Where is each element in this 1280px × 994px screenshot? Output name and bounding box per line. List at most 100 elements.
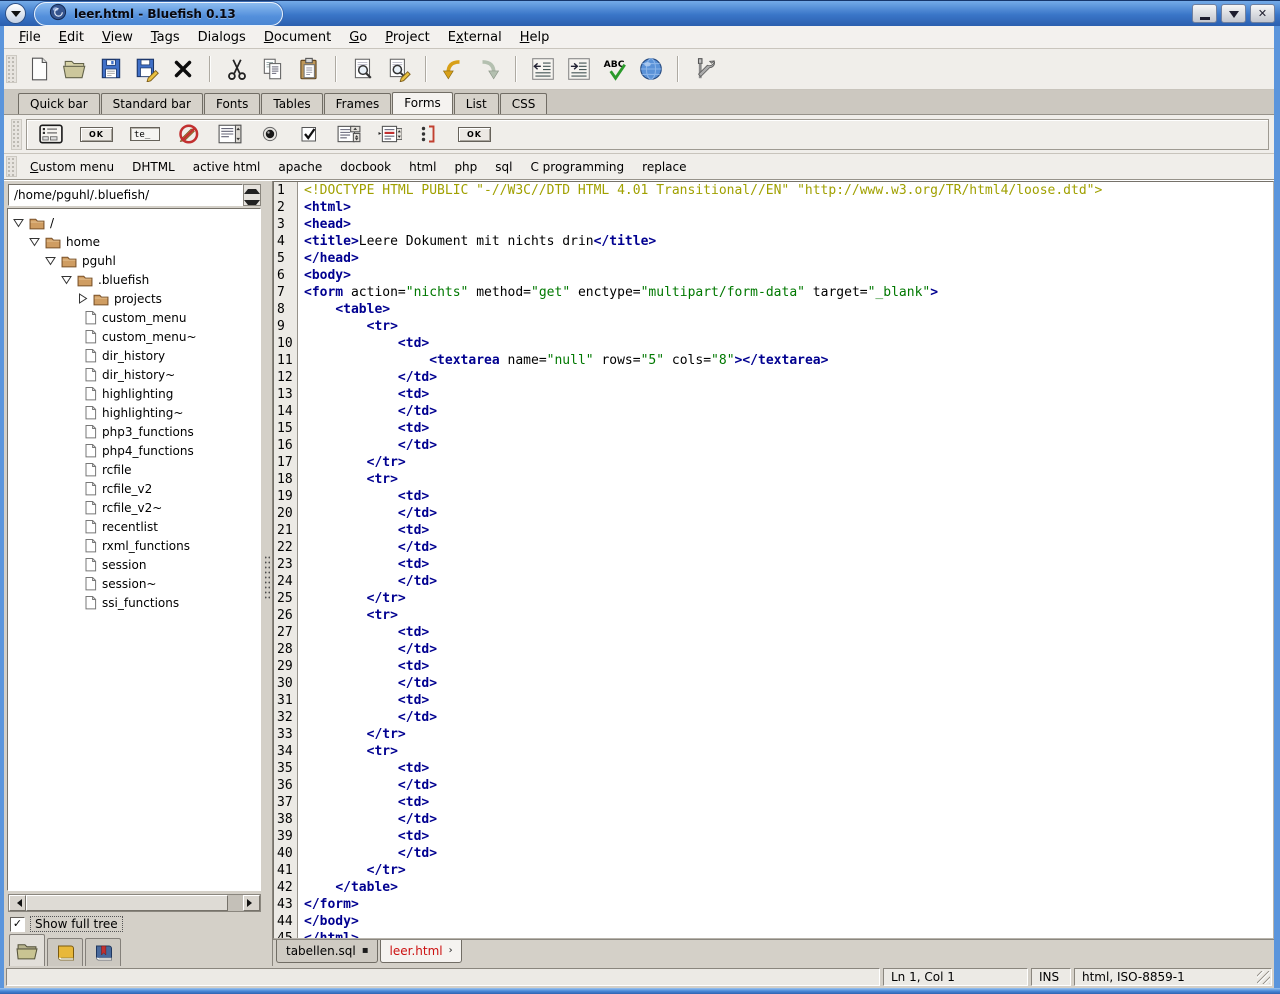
scroll-right-button[interactable] — [243, 895, 260, 911]
scrollbar-trough[interactable] — [228, 895, 243, 911]
quickbar-tab-quick-bar[interactable]: Quick bar — [18, 93, 100, 114]
doc-tab-leer-html[interactable]: leer.html› — [380, 940, 462, 963]
custom-menu-sql[interactable]: sql — [486, 157, 521, 177]
path-spinner[interactable] — [243, 184, 261, 206]
push-button-button[interactable]: OK — [458, 127, 491, 142]
custom-menu-dhtml[interactable]: DHTML — [123, 157, 184, 177]
option-button[interactable] — [378, 124, 402, 144]
menu-go[interactable]: Go — [340, 27, 376, 48]
select-list-button[interactable] — [337, 124, 361, 144]
tree-folder-[interactable]: / — [8, 213, 260, 232]
show-full-tree-checkbox[interactable]: ✓ — [10, 917, 25, 932]
expander-expanded-icon[interactable] — [61, 274, 72, 285]
copy-button[interactable] — [256, 52, 290, 86]
code-editor[interactable]: 1<!DOCTYPE HTML PUBLIC "-//W3C//DTD HTML… — [273, 181, 1274, 939]
custom-menu-php[interactable]: php — [445, 157, 486, 177]
preferences-button[interactable] — [688, 52, 722, 86]
doc-tab-tabellen-sql[interactable]: tabellen.sql▪ — [276, 940, 378, 963]
custom-menu-replace[interactable]: replace — [633, 157, 695, 177]
titlebar[interactable]: leer.html - Bluefish 0.13 ✕ — [0, 0, 1280, 26]
expander-collapsed-icon[interactable] — [77, 293, 88, 304]
tree-file-highlighting[interactable]: highlighting — [8, 384, 260, 403]
tree-horizontal-scrollbar[interactable] — [8, 894, 261, 912]
indent-button[interactable] — [562, 52, 596, 86]
radio-button-button[interactable] — [259, 125, 281, 143]
tree-file-dir-history[interactable]: dir_history~ — [8, 365, 260, 384]
file-browser-tab[interactable] — [9, 934, 45, 966]
tree-file-session[interactable]: session~ — [8, 574, 260, 593]
save-button[interactable] — [94, 52, 128, 86]
menu-dialogs[interactable]: Dialogs — [189, 27, 255, 48]
custom-menu-active-html[interactable]: active html — [184, 157, 270, 177]
custom-menu-docbook[interactable]: docbook — [331, 157, 400, 177]
tree-file-rcfile-v2[interactable]: rcfile_v2 — [8, 479, 260, 498]
tree-file-rcfile-v2[interactable]: rcfile_v2~ — [8, 498, 260, 517]
tree-file-session[interactable]: session — [8, 555, 260, 574]
quickbar-tab-list[interactable]: List — [454, 93, 499, 114]
quickbar-tab-css[interactable]: CSS — [500, 93, 548, 114]
save-as-button[interactable] — [130, 52, 164, 86]
quickbar-tab-standard-bar[interactable]: Standard bar — [101, 93, 203, 114]
tree-file-php4-functions[interactable]: php4_functions — [8, 441, 260, 460]
undo-button[interactable] — [436, 52, 470, 86]
menu-external[interactable]: External — [439, 27, 511, 48]
reference-book-yellow-tab[interactable] — [47, 938, 83, 966]
quickbar-tab-fonts[interactable]: Fonts — [204, 93, 260, 114]
new-file-button[interactable] — [22, 52, 56, 86]
tree-file-custom-menu[interactable]: custom_menu — [8, 308, 260, 327]
expander-expanded-icon[interactable] — [13, 217, 24, 228]
directory-path-input[interactable] — [8, 184, 243, 206]
splitter-grip-icon[interactable] — [264, 555, 271, 601]
tree-file-highlighting[interactable]: highlighting~ — [8, 403, 260, 422]
tree-folder-projects[interactable]: projects — [8, 289, 260, 308]
expander-expanded-icon[interactable] — [29, 236, 40, 247]
maximize-button[interactable] — [1221, 4, 1246, 23]
menu-file[interactable]: File — [10, 27, 50, 48]
tree-file-rcfile[interactable]: rcfile — [8, 460, 260, 479]
scroll-left-button[interactable] — [9, 895, 26, 911]
submit-button-button[interactable]: OK — [80, 127, 113, 142]
find-button[interactable] — [346, 52, 380, 86]
forms-toolbar-handle[interactable] — [11, 119, 22, 150]
menu-view[interactable]: View — [93, 27, 142, 48]
tree-file-ssi-functions[interactable]: ssi_functions — [8, 593, 260, 612]
menu-tags[interactable]: Tags — [142, 27, 189, 48]
text-input-button[interactable]: te_ — [130, 127, 160, 141]
custom-menu-html[interactable]: html — [400, 157, 445, 177]
preview-browser-button[interactable] — [634, 52, 668, 86]
paste-button[interactable] — [292, 52, 326, 86]
menu-edit[interactable]: Edit — [50, 27, 93, 48]
tree-file-php3-functions[interactable]: php3_functions — [8, 422, 260, 441]
textarea-button[interactable] — [218, 124, 242, 144]
close-button[interactable]: ✕ — [1250, 4, 1275, 23]
spellcheck-button[interactable]: ABC — [598, 52, 632, 86]
expander-expanded-icon[interactable] — [45, 255, 56, 266]
hidden-input-button[interactable] — [177, 124, 201, 144]
tree-file-recentlist[interactable]: recentlist — [8, 517, 260, 536]
custom-menu-custom-menu[interactable]: Custom menu — [21, 157, 123, 177]
custom-menu-handle[interactable] — [6, 156, 17, 177]
window-menu-button[interactable] — [5, 3, 26, 24]
unindent-button[interactable] — [526, 52, 560, 86]
reference-book-blue-tab[interactable] — [85, 938, 121, 966]
quickbar-tab-tables[interactable]: Tables — [261, 93, 322, 114]
cut-button[interactable] — [220, 52, 254, 86]
tree-folder-home[interactable]: home — [8, 232, 260, 251]
find-replace-button[interactable] — [382, 52, 416, 86]
tree-file-custom-menu[interactable]: custom_menu~ — [8, 327, 260, 346]
open-file-button[interactable] — [58, 52, 92, 86]
tree-file-dir-history[interactable]: dir_history — [8, 346, 260, 365]
toolbar-handle[interactable] — [6, 55, 17, 83]
quickbar-tab-frames[interactable]: Frames — [324, 93, 392, 114]
close-doc-button[interactable] — [166, 52, 200, 86]
tree-file-rxml-functions[interactable]: rxml_functions — [8, 536, 260, 555]
redo-button[interactable] — [472, 52, 506, 86]
tree-folder-pguhl[interactable]: pguhl — [8, 251, 260, 270]
menu-project[interactable]: Project — [376, 27, 439, 48]
custom-menu-c-programming[interactable]: C programming — [521, 157, 633, 177]
spin-up-icon[interactable] — [244, 185, 260, 197]
tree-folder-bluefish[interactable]: .bluefish — [8, 270, 260, 289]
quickbar-tab-forms[interactable]: Forms — [392, 92, 452, 114]
menu-document[interactable]: Document — [255, 27, 340, 48]
minimize-button[interactable] — [1192, 4, 1217, 23]
